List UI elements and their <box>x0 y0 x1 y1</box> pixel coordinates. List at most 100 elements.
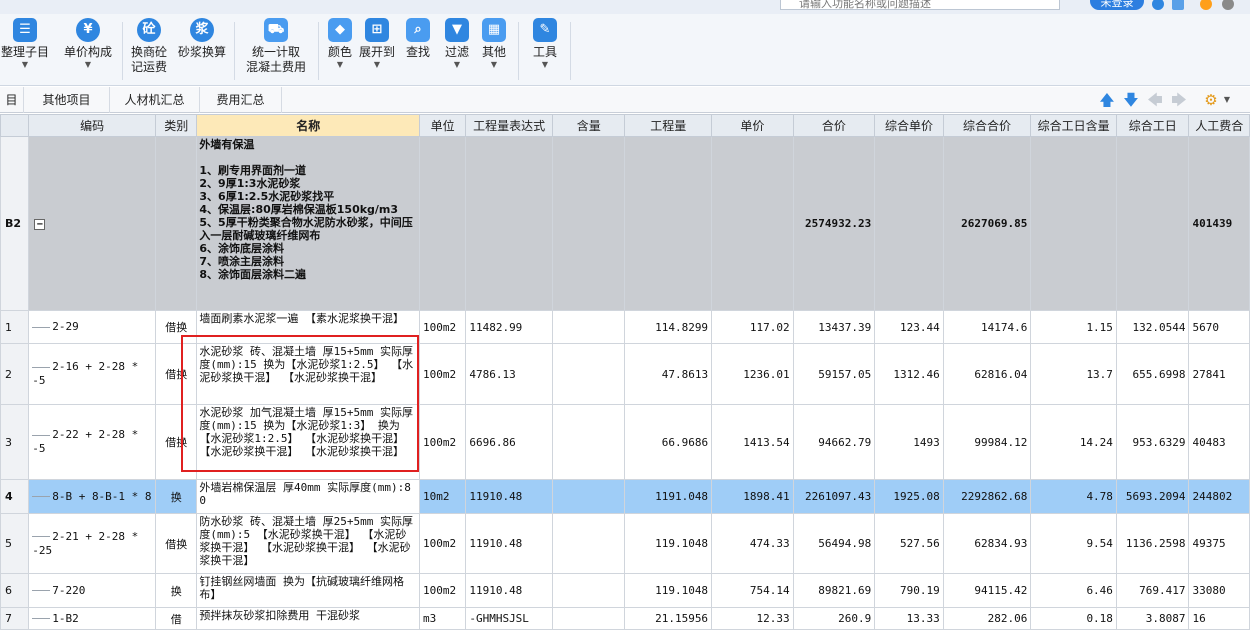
labor-cell[interactable]: 40483 <box>1188 404 1250 480</box>
labor-cell[interactable]: 49375 <box>1188 513 1250 574</box>
total-cell[interactable]: 94662.79 <box>792 404 876 480</box>
price-cell[interactable]: 474.33 <box>711 513 794 574</box>
comp-price-cell[interactable]: 790.19 <box>874 573 944 608</box>
col-header-comp-price[interactable]: 综合单价 <box>874 114 944 137</box>
qty-cell[interactable]: 47.8613 <box>624 343 713 405</box>
col-header-code[interactable]: 编码 <box>28 114 157 137</box>
code-cell[interactable]: 8-B + 8-B-1 * 8 <box>28 479 157 514</box>
name-cell[interactable]: 防水砂浆 砖、混凝土墙 厚25+5mm 实际厚度(mm):5 【水泥砂浆换干混】… <box>196 513 420 574</box>
unit-cell[interactable]: m3 <box>418 607 467 630</box>
workday-content-cell[interactable]: 6.46 <box>1030 573 1117 608</box>
unit-cell[interactable]: 100m2 <box>418 343 467 405</box>
comp-total-cell[interactable]: 99984.12 <box>942 404 1032 480</box>
name-cell[interactable]: 墙面刷素水泥浆一遍 【素水泥浆换干混】 <box>196 310 420 344</box>
name-cell[interactable]: 钉挂钢丝网墙面 换为【抗碱玻璃纤维网格布】 <box>196 573 420 608</box>
workday-content-cell[interactable]: 1.15 <box>1030 310 1117 344</box>
expr-cell[interactable]: 11910.48 <box>465 573 553 608</box>
col-header-type[interactable]: 类别 <box>155 114 198 137</box>
workday-content-cell[interactable]: 9.54 <box>1030 513 1117 574</box>
col-header-workday[interactable]: 综合工日 <box>1115 114 1190 137</box>
expand-to-button[interactable]: ⊞ 展开到 ▼ <box>358 18 396 70</box>
name-cell[interactable]: 水泥砂浆 砖、混凝土墙 厚15+5mm 实际厚度(mm):15 换为【水泥砂浆1… <box>196 343 420 405</box>
expr-cell[interactable]: 11482.99 <box>465 310 553 344</box>
menu-icon[interactable] <box>1222 0 1234 10</box>
concrete-fee-button[interactable]: ⛟ 统一计取 混凝土费用 <box>238 18 314 75</box>
qty-cell[interactable]: 114.8299 <box>624 310 713 344</box>
qty-cell[interactable]: 119.1048 <box>624 513 713 574</box>
price-cell[interactable]: 754.14 <box>711 573 794 608</box>
section-row[interactable]: B2 − 外墙有保温 1、刷专用界面剂一道 2、9厚1:3水泥砂浆 3、6厚1:… <box>0 136 1250 311</box>
name-cell[interactable]: 外墙岩棉保温层 厚40mm 实际厚度(mm):80 <box>196 479 420 514</box>
price-composition-button[interactable]: ¥ 单价构成 ▼ <box>60 18 116 70</box>
col-header-labor[interactable]: 人工费合 <box>1188 114 1250 137</box>
total-cell[interactable]: 59157.05 <box>792 343 876 405</box>
type-cell[interactable]: 借换 <box>155 404 198 480</box>
move-right-icon[interactable]: 🡆 <box>1170 91 1188 109</box>
workday-cell[interactable]: 5693.2094 <box>1115 479 1190 514</box>
qty-cell[interactable]: 66.9686 <box>624 404 713 480</box>
col-header-qty[interactable]: 工程量 <box>624 114 713 137</box>
comp-price-cell[interactable]: 527.56 <box>874 513 944 574</box>
price-cell[interactable]: 1898.41 <box>711 479 794 514</box>
content-cell[interactable] <box>551 513 626 574</box>
type-cell[interactable]: 借换 <box>155 310 198 344</box>
content-cell[interactable] <box>551 479 626 514</box>
workday-cell[interactable]: 1136.2598 <box>1115 513 1190 574</box>
comp-total-cell[interactable]: 282.06 <box>942 607 1032 630</box>
total-cell[interactable]: 2261097.43 <box>792 479 876 514</box>
workday-cell[interactable]: 655.6998 <box>1115 343 1190 405</box>
workday-cell[interactable]: 769.417 <box>1115 573 1190 608</box>
col-header-unit[interactable]: 单位 <box>418 114 467 137</box>
comp-price-cell[interactable]: 13.33 <box>874 607 944 630</box>
code-cell[interactable]: 2-21 + 2-28 * -25 <box>28 513 157 574</box>
price-cell[interactable]: 1413.54 <box>711 404 794 480</box>
qty-cell[interactable]: 119.1048 <box>624 573 713 608</box>
price-cell[interactable]: 12.33 <box>711 607 794 630</box>
expr-cell[interactable]: -GHMHSJSL <box>465 607 553 630</box>
workday-cell[interactable]: 953.6329 <box>1115 404 1190 480</box>
col-header-workday-content[interactable]: 综合工日含量 <box>1030 114 1117 137</box>
labor-cell[interactable]: 244802 <box>1188 479 1250 514</box>
mortar-conversion-button[interactable]: 浆 砂浆换算 <box>176 18 228 60</box>
col-header-comp-total[interactable]: 综合合价 <box>942 114 1032 137</box>
expr-cell[interactable]: 11910.48 <box>465 513 553 574</box>
col-header-content[interactable]: 含量 <box>551 114 626 137</box>
col-header-expr[interactable]: 工程量表达式 <box>465 114 553 137</box>
type-cell[interactable]: 换 <box>155 479 198 514</box>
content-cell[interactable] <box>551 607 626 630</box>
table-row[interactable]: 2 2-16 + 2-28 * -5 借换 水泥砂浆 砖、混凝土墙 厚15+5mm 实… <box>0 343 1250 405</box>
price-cell[interactable]: 117.02 <box>711 310 794 344</box>
tab-items[interactable]: 目 <box>0 87 24 113</box>
comp-price-cell[interactable]: 1312.46 <box>874 343 944 405</box>
expr-cell[interactable]: 4786.13 <box>465 343 553 405</box>
color-button[interactable]: ◆ 颜色 ▼ <box>324 18 356 70</box>
unit-cell[interactable]: 100m2 <box>418 513 467 574</box>
comp-price-cell[interactable]: 123.44 <box>874 310 944 344</box>
workday-cell[interactable]: 3.8087 <box>1115 607 1190 630</box>
comp-price-cell[interactable]: 1493 <box>874 404 944 480</box>
table-row[interactable]: 7 1-B2 借预拌抹灰砂浆扣除费用 干混砂浆 m3 -GHMHSJSL 21.15956… <box>0 607 1250 630</box>
col-header-total[interactable]: 合价 <box>792 114 876 137</box>
table-row[interactable]: 4 8-B + 8-B-1 * 8 换外墙岩棉保温层 厚40mm 实际厚度(mm):… <box>0 479 1250 514</box>
tab-fee-summary[interactable]: 费用汇总 <box>200 87 282 113</box>
comp-price-cell[interactable]: 1925.08 <box>874 479 944 514</box>
organize-button[interactable]: ☰ 整理子目 ▼ <box>0 18 50 70</box>
labor-cell[interactable]: 27841 <box>1188 343 1250 405</box>
tab-labor-material-summary[interactable]: 人材机汇总 <box>110 87 200 113</box>
expr-cell[interactable]: 11910.48 <box>465 479 553 514</box>
unit-cell[interactable]: 100m2 <box>418 573 467 608</box>
login-button[interactable]: 未登录 <box>1090 0 1144 10</box>
total-cell[interactable]: 56494.98 <box>792 513 876 574</box>
content-cell[interactable] <box>551 573 626 608</box>
code-cell[interactable]: 2-16 + 2-28 * -5 <box>28 343 157 405</box>
tab-other-items[interactable]: 其他项目 <box>24 87 110 113</box>
qty-cell[interactable]: 21.15956 <box>624 607 713 630</box>
code-cell[interactable]: 1-B2 <box>28 607 157 630</box>
type-cell[interactable]: 换 <box>155 573 198 608</box>
col-header-name[interactable]: 名称 <box>196 114 420 137</box>
type-cell[interactable]: 借换 <box>155 343 198 405</box>
code-cell[interactable]: 7-220 <box>28 573 157 608</box>
table-row[interactable]: 6 7-220 换钉挂钢丝网墙面 换为【抗碱玻璃纤维网格布】 100m2 11910.4… <box>0 573 1250 608</box>
expr-cell[interactable]: 6696.86 <box>465 404 553 480</box>
table-row[interactable]: 5 2-21 + 2-28 * -25 借换 防水砂浆 砖、混凝土墙 厚25+5mm … <box>0 513 1250 574</box>
